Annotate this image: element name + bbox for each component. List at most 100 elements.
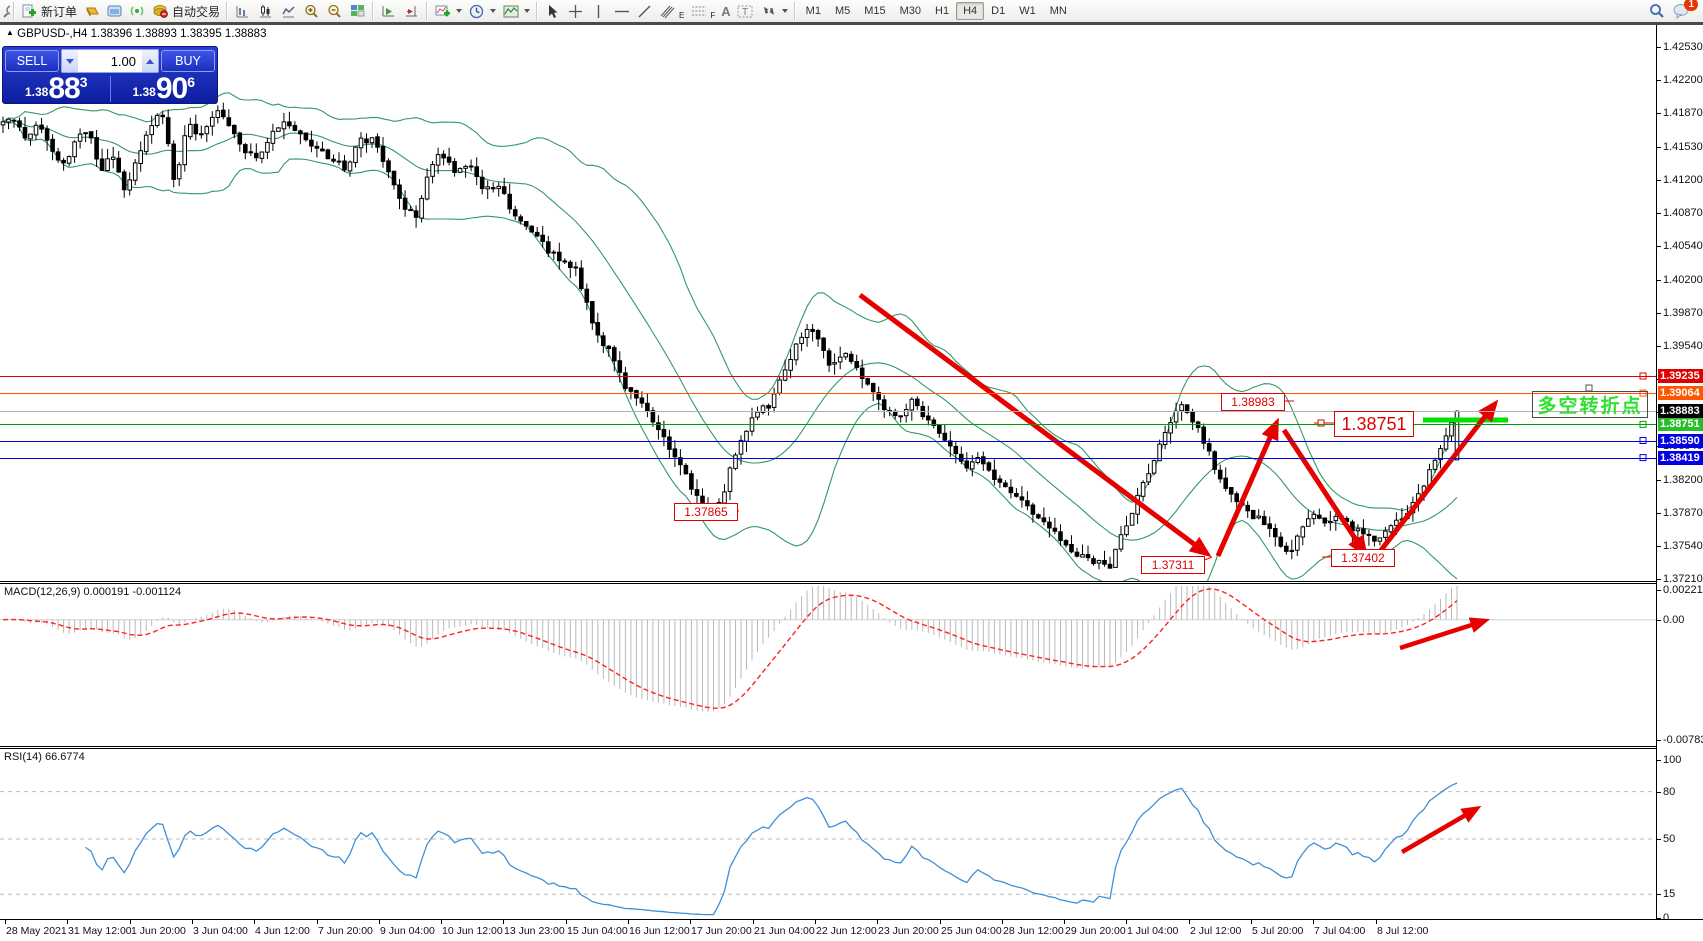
macd-chart[interactable] [0, 584, 1656, 746]
sell-quote[interactable]: 1.38883 [3, 74, 110, 104]
axis-tick-mark [1657, 346, 1661, 347]
level-price-label: 1.38419 [1658, 451, 1703, 465]
time-tick: 23 Jun 20:00 [878, 925, 939, 937]
rsi-axis-tick: 80 [1663, 786, 1675, 798]
cursor-button[interactable] [541, 1, 564, 21]
bar-chart-button[interactable] [231, 1, 254, 21]
window-icon [106, 3, 123, 19]
annotation-note[interactable]: 多空转折点 [1532, 391, 1648, 418]
time-tick-mark [1126, 920, 1127, 924]
sell-button[interactable]: SELL [5, 50, 59, 72]
volume-input[interactable] [78, 53, 142, 70]
price-annotation-label[interactable]: 1.38751 [1334, 411, 1414, 437]
notification-badge: 1 [1684, 0, 1698, 11]
time-tick-mark [317, 920, 318, 924]
templates-button[interactable] [499, 1, 533, 21]
tab-m1[interactable]: M1 [799, 2, 828, 20]
search-icon[interactable] [1649, 3, 1665, 19]
macd-axis-tick: -0.007831 [1663, 734, 1703, 746]
window-button[interactable] [103, 1, 126, 21]
price-annotation-label[interactable]: 1.37402 [1331, 549, 1395, 567]
candlestick-icon [257, 3, 274, 19]
candlestick-button[interactable] [254, 1, 277, 21]
horizontal-line-button[interactable] [610, 1, 633, 21]
gold-button[interactable] [80, 1, 103, 21]
line-chart-button[interactable] [277, 1, 300, 21]
horizontal-level-line[interactable] [0, 458, 1656, 459]
svg-text:T: T [742, 7, 748, 18]
buy-button[interactable]: BUY [161, 50, 215, 72]
rsi-axis-tick: 15 [1663, 888, 1675, 900]
volume-increase-button[interactable] [142, 50, 158, 72]
zoom-in-button[interactable] [300, 1, 323, 21]
tab-w1[interactable]: W1 [1012, 2, 1043, 20]
price-axis[interactable]: 1.425301.422001.418701.415301.412001.408… [1656, 25, 1703, 919]
price-tick: 1.39540 [1663, 340, 1703, 352]
macd-pane[interactable]: MACD(12,26,9) 0.000191 -0.001124 [0, 584, 1656, 746]
triangle-down-icon [66, 59, 74, 64]
auto-scroll-button[interactable] [377, 1, 400, 21]
notifications-button[interactable]: 1 [1673, 3, 1691, 19]
equidistant-channel-button[interactable]: E [656, 1, 687, 21]
macd-label: MACD(12,26,9) 0.000191 -0.001124 [4, 586, 181, 598]
rsi-pane[interactable]: RSI(14) 66.6774 [0, 749, 1656, 919]
horizontal-level-line[interactable] [0, 376, 1656, 377]
time-tick-mark [1376, 920, 1377, 924]
periods-button[interactable] [465, 1, 499, 21]
time-tick-mark [192, 920, 193, 924]
new-order-label: 新订单 [41, 3, 77, 20]
axis-tick-mark [1657, 620, 1661, 621]
time-tick-mark [940, 920, 941, 924]
tab-m30[interactable]: M30 [893, 2, 928, 20]
main-chart-pane[interactable]: ▲ GBPUSD-,H4 1.38396 1.38893 1.38395 1.3… [0, 25, 1656, 581]
toolbar-separator [13, 2, 15, 20]
time-tick-mark [1251, 920, 1252, 924]
time-tick-mark [441, 920, 442, 924]
crosshair-button[interactable] [564, 1, 587, 21]
text-icon: A [721, 4, 730, 19]
cursor-icon [544, 3, 561, 19]
collapse-arrow-icon[interactable]: ▲ [6, 28, 14, 37]
autotrading-button[interactable]: 自动交易 [149, 1, 223, 21]
horizontal-level-line[interactable] [0, 441, 1656, 442]
signals-button[interactable] [126, 1, 149, 21]
text-button[interactable]: A [718, 1, 733, 21]
market-watch-icon[interactable] [2, 3, 10, 19]
indicators-button[interactable] [431, 1, 465, 21]
arrows-button[interactable] [757, 1, 791, 21]
trendline-button[interactable] [633, 1, 656, 21]
tab-h4[interactable]: H4 [956, 2, 984, 20]
tab-m5[interactable]: M5 [828, 2, 857, 20]
chart-shift-button[interactable] [400, 1, 423, 21]
vertical-line-button[interactable] [587, 1, 610, 21]
axis-tick-mark [1657, 590, 1661, 591]
axis-tick-mark [1657, 792, 1661, 793]
toolbar-separator [372, 2, 374, 20]
zoom-out-button[interactable] [323, 1, 346, 21]
axis-tick-mark [1657, 280, 1661, 281]
chevron-down-icon [490, 9, 496, 13]
price-annotation-label[interactable]: 1.38983 [1221, 393, 1285, 411]
tile-windows-button[interactable] [346, 1, 369, 21]
tab-d1[interactable]: D1 [984, 2, 1012, 20]
tab-mn[interactable]: MN [1043, 2, 1074, 20]
text-label-button[interactable]: T [734, 1, 757, 21]
autotrading-label: 自动交易 [172, 3, 220, 20]
candlestick-chart[interactable] [0, 25, 1656, 581]
fibonacci-button[interactable]: F [687, 1, 718, 21]
time-tick: 4 Jun 12:00 [255, 925, 310, 937]
axis-tick-mark [1657, 246, 1661, 247]
tab-m15[interactable]: M15 [857, 2, 892, 20]
rsi-chart[interactable] [0, 749, 1656, 919]
price-annotation-label[interactable]: 1.37311 [1141, 556, 1205, 574]
time-axis[interactable]: 28 May 202131 May 12:001 Jun 20:003 Jun … [0, 919, 1703, 941]
price-annotation-label[interactable]: 1.37865 [674, 503, 738, 521]
tab-h1[interactable]: H1 [928, 2, 956, 20]
horizontal-level-line[interactable] [0, 393, 1656, 394]
volume-decrease-button[interactable] [62, 50, 78, 72]
toolbar-separator [536, 2, 538, 20]
new-order-button[interactable]: 新订单 [18, 1, 80, 21]
buy-quote[interactable]: 1.38906 [111, 74, 218, 104]
axis-tick-mark [1657, 213, 1661, 214]
line-chart-icon [280, 3, 297, 19]
